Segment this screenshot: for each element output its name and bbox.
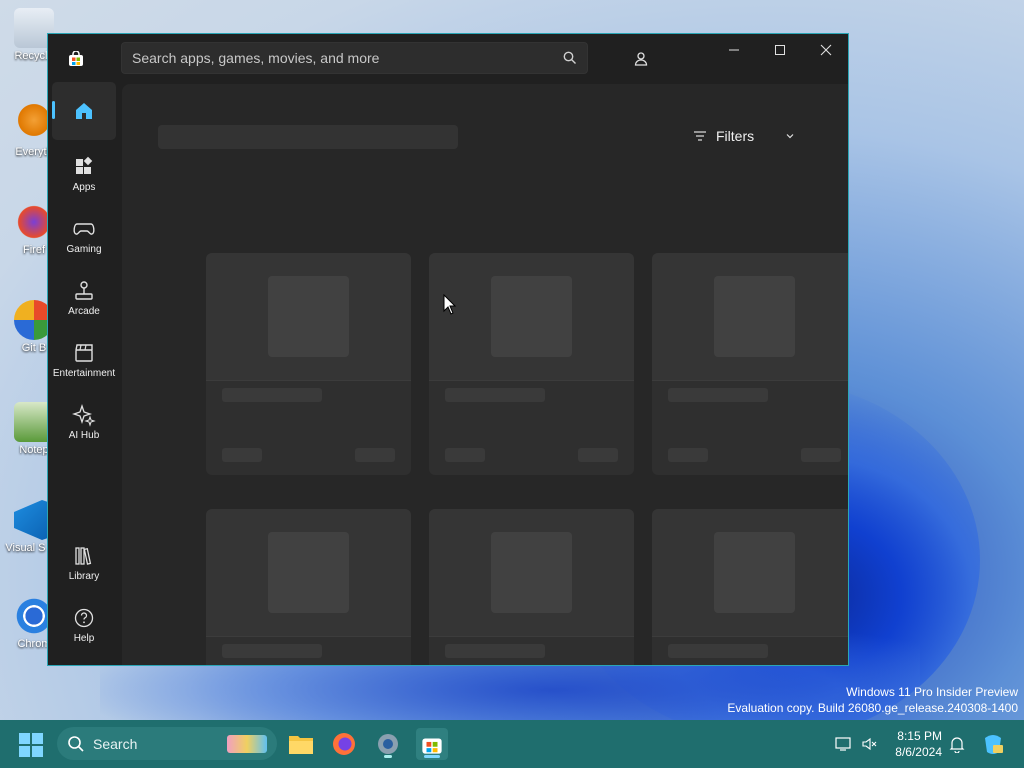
library-icon [52,543,116,569]
product-card-placeholder[interactable] [429,509,634,665]
store-icon [422,738,442,754]
notification-bell-icon[interactable] [949,735,965,753]
nav-item-entertainment[interactable]: Entertainment [52,334,116,392]
close-icon [820,44,832,56]
account-button[interactable] [626,44,656,74]
nav-item-arcade[interactable]: Arcade [52,272,116,330]
filters-label: Filters [716,128,755,144]
taskbar-firefox[interactable] [328,728,360,760]
copilot-icon[interactable] [981,732,1005,756]
folder-icon [289,736,313,754]
product-card-placeholder[interactable] [652,253,848,475]
tag-placeholder [668,448,708,462]
nav-item-apps[interactable]: Apps [52,148,116,206]
system-clock[interactable]: 8:15 PM 8/6/2024 [888,728,942,760]
help-icon [52,605,116,631]
filter-icon [694,131,706,141]
price-placeholder [801,448,841,462]
title-bar[interactable] [48,34,848,84]
product-card-placeholder[interactable] [429,253,634,475]
thumbnail-placeholder [714,276,795,357]
chevron-down-icon [786,134,794,139]
search-highlight-icon [227,734,267,753]
apps-icon [52,154,116,180]
store-home-content: Filters [122,84,848,665]
text-placeholder [668,388,768,402]
active-app-indicator [424,755,440,758]
title-placeholder [158,125,458,149]
gear-icon [378,734,398,754]
nav-item-gaming[interactable]: Gaming [52,210,116,268]
text-placeholder [445,388,545,402]
taskbar-settings[interactable] [372,728,404,760]
thumbnail-placeholder [268,276,349,357]
home-icon [52,98,116,124]
taskbar-store[interactable] [416,728,448,760]
store-search-box[interactable] [121,42,588,74]
nav-item-ai-hub[interactable]: AI Hub [52,396,116,454]
active-indicator [52,101,55,119]
minimize-icon [729,49,739,51]
running-indicator [384,755,392,758]
sparkle-icon [52,402,116,428]
taskbar: Search 8:15 PM 8/6/2024 [0,720,1024,768]
gamepad-icon [52,216,116,242]
search-icon [68,735,84,752]
search-icon[interactable] [563,51,577,65]
store-sidebar: Apps Gaming Arcade Entertainment AI Hub [48,82,122,665]
product-card-placeholder[interactable] [652,509,848,665]
network-icon[interactable] [835,736,851,752]
text-placeholder [222,644,322,658]
thumbnail-placeholder [491,276,572,357]
nav-item-help[interactable]: Help [52,599,116,657]
text-placeholder [445,644,545,658]
maximize-button[interactable] [757,34,803,66]
price-placeholder [355,448,395,462]
thumbnail-placeholder [491,532,572,613]
taskbar-search-label: Search [93,735,138,752]
mouse-cursor-icon [443,294,457,315]
maximize-icon [775,45,785,55]
search-input[interactable] [122,43,587,73]
volume-muted-icon[interactable] [861,736,877,752]
taskbar-file-explorer[interactable] [285,728,317,760]
text-placeholder [222,388,322,402]
clapperboard-icon [52,340,116,366]
taskbar-search[interactable]: Search [57,727,277,760]
firefox-icon [333,733,355,755]
store-logo-icon [69,51,83,66]
tag-placeholder [445,448,485,462]
thumbnail-placeholder [714,532,795,613]
product-card-placeholder[interactable] [206,509,411,665]
joystick-icon [52,278,116,304]
filters-button[interactable]: Filters [692,128,796,144]
product-card-placeholder[interactable] [206,253,411,475]
tag-placeholder [222,448,262,462]
evaluation-watermark: Windows 11 Pro Insider Preview Evaluatio… [727,685,1018,715]
text-placeholder [668,644,768,658]
close-button[interactable] [803,34,848,66]
user-icon [634,52,648,66]
nav-item-home[interactable] [52,82,116,140]
store-window: Apps Gaming Arcade Entertainment AI Hub [47,33,849,666]
thumbnail-placeholder [268,532,349,613]
minimize-button[interactable] [711,34,757,66]
start-button[interactable] [18,732,44,758]
price-placeholder [578,448,618,462]
nav-item-library[interactable]: Library [52,537,116,595]
